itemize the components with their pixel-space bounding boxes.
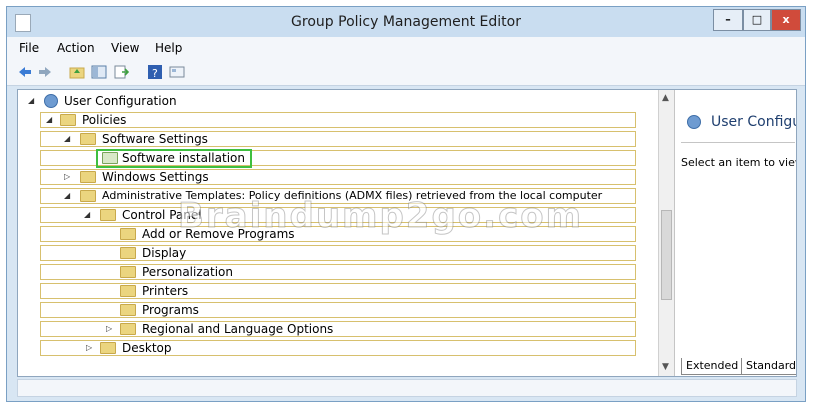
scrollbar-thumb[interactable] bbox=[661, 210, 672, 300]
expanded-arrow-icon[interactable]: ◢ bbox=[84, 210, 90, 219]
tree-item-desktop[interactable]: ▷ Desktop bbox=[18, 339, 658, 358]
details-header: User Configura bbox=[675, 100, 796, 140]
tree-item-user-configuration[interactable]: ◢ User Configuration bbox=[18, 92, 658, 111]
tree-item-control-panel[interactable]: ◢ Control Panel bbox=[18, 206, 658, 225]
tree-item-display[interactable]: Display bbox=[18, 244, 658, 263]
user-configuration-icon bbox=[687, 115, 701, 129]
user-configuration-icon bbox=[44, 94, 58, 108]
tree-item-personalization[interactable]: Personalization bbox=[18, 263, 658, 282]
folder-icon bbox=[120, 266, 136, 278]
main-window: Group Policy Management Editor – □ x Fil… bbox=[6, 6, 806, 402]
expanded-arrow-icon[interactable]: ◢ bbox=[46, 115, 52, 124]
back-icon[interactable] bbox=[17, 64, 33, 80]
tree-item-add-remove-programs[interactable]: Add or Remove Programs bbox=[18, 225, 658, 244]
tree-item-administrative-templates[interactable]: ◢ Administrative Templates: Policy defin… bbox=[18, 187, 658, 206]
tree-item-label: Administrative Templates: Policy definit… bbox=[102, 189, 603, 202]
folder-icon bbox=[80, 190, 96, 202]
help-icon[interactable]: ? bbox=[147, 64, 163, 80]
menu-file[interactable]: File bbox=[19, 41, 39, 55]
tree-item-label: Policies bbox=[82, 113, 127, 127]
folder-icon bbox=[120, 304, 136, 316]
folder-icon bbox=[100, 342, 116, 354]
window-title: Group Policy Management Editor bbox=[291, 14, 521, 30]
collapsed-arrow-icon[interactable]: ▷ bbox=[64, 172, 70, 181]
tree-item-label: Regional and Language Options bbox=[142, 322, 334, 336]
folder-icon bbox=[120, 285, 136, 297]
details-hint-text: Select an item to view its bbox=[681, 156, 796, 169]
tree-pane[interactable]: ◢ User Configuration ◢ Policies ◢ Softwa… bbox=[18, 90, 658, 376]
folder-icon bbox=[100, 209, 116, 221]
details-title: User Configura bbox=[711, 114, 796, 130]
tree-item-label: Display bbox=[142, 246, 187, 260]
collapsed-arrow-icon[interactable]: ▷ bbox=[86, 343, 92, 352]
tree-item-software-installation[interactable]: Software installation bbox=[18, 149, 658, 168]
folder-icon bbox=[60, 114, 76, 126]
tree-item-printers[interactable]: Printers bbox=[18, 282, 658, 301]
up-folder-icon[interactable] bbox=[69, 64, 85, 80]
tree-item-label: Programs bbox=[142, 303, 199, 317]
tree-item-label: Personalization bbox=[142, 265, 233, 279]
tab-standard[interactable]: Standard bbox=[741, 358, 796, 375]
row-outline bbox=[40, 112, 636, 128]
collapsed-arrow-icon[interactable]: ▷ bbox=[106, 324, 112, 333]
show-hide-tree-icon[interactable] bbox=[91, 64, 107, 80]
tree-item-label: Add or Remove Programs bbox=[142, 227, 295, 241]
tab-extended[interactable]: Extended bbox=[681, 358, 744, 375]
tree-item-label: Control Panel bbox=[122, 208, 202, 222]
menu-action[interactable]: Action bbox=[57, 41, 95, 55]
expanded-arrow-icon[interactable]: ◢ bbox=[28, 96, 34, 105]
content-area: ◢ User Configuration ◢ Policies ◢ Softwa… bbox=[17, 89, 797, 377]
tree-item-label: Windows Settings bbox=[102, 170, 209, 184]
tree-item-policies[interactable]: ◢ Policies bbox=[18, 111, 658, 130]
folder-icon bbox=[80, 171, 96, 183]
folder-icon bbox=[80, 133, 96, 145]
scroll-down-icon[interactable]: ▼ bbox=[662, 362, 669, 372]
view-tabs: Extended Standard bbox=[675, 358, 796, 376]
folder-icon bbox=[120, 247, 136, 259]
tree-item-label: Desktop bbox=[122, 341, 172, 355]
software-installation-icon bbox=[102, 152, 118, 164]
title-bar[interactable]: Group Policy Management Editor – □ x bbox=[7, 7, 805, 37]
maximize-button[interactable]: □ bbox=[743, 9, 771, 31]
tree-item-label: Software Settings bbox=[102, 132, 208, 146]
divider bbox=[681, 142, 795, 143]
tree-item-windows-settings[interactable]: ▷ Windows Settings bbox=[18, 168, 658, 187]
tree-item-label: User Configuration bbox=[64, 94, 177, 108]
details-pane: User Configura Select an item to view it… bbox=[674, 90, 796, 376]
scroll-up-icon[interactable]: ▲ bbox=[662, 93, 669, 103]
menu-view[interactable]: View bbox=[111, 41, 139, 55]
folder-icon bbox=[120, 228, 136, 240]
tree-item-programs[interactable]: Programs bbox=[18, 301, 658, 320]
forward-icon[interactable] bbox=[37, 64, 53, 80]
tree-item-software-settings[interactable]: ◢ Software Settings bbox=[18, 130, 658, 149]
properties-icon[interactable] bbox=[169, 64, 185, 80]
status-bar bbox=[17, 379, 797, 397]
tree-vertical-scrollbar[interactable]: ▲ ▼ bbox=[658, 90, 674, 376]
minimize-button[interactable]: – bbox=[713, 9, 743, 31]
folder-icon bbox=[120, 323, 136, 335]
tree-item-label: Software installation bbox=[122, 151, 245, 165]
tree-item-regional-language-options[interactable]: ▷ Regional and Language Options bbox=[18, 320, 658, 339]
expanded-arrow-icon[interactable]: ◢ bbox=[64, 134, 70, 143]
expanded-arrow-icon[interactable]: ◢ bbox=[64, 191, 70, 200]
menu-bar: File Action View Help bbox=[7, 37, 805, 59]
menu-help[interactable]: Help bbox=[155, 41, 182, 55]
svg-text:?: ? bbox=[152, 67, 158, 80]
close-button[interactable]: x bbox=[771, 9, 801, 31]
export-list-icon[interactable] bbox=[113, 64, 129, 80]
toolbar: ? bbox=[7, 59, 805, 86]
tree-item-label: Printers bbox=[142, 284, 189, 298]
